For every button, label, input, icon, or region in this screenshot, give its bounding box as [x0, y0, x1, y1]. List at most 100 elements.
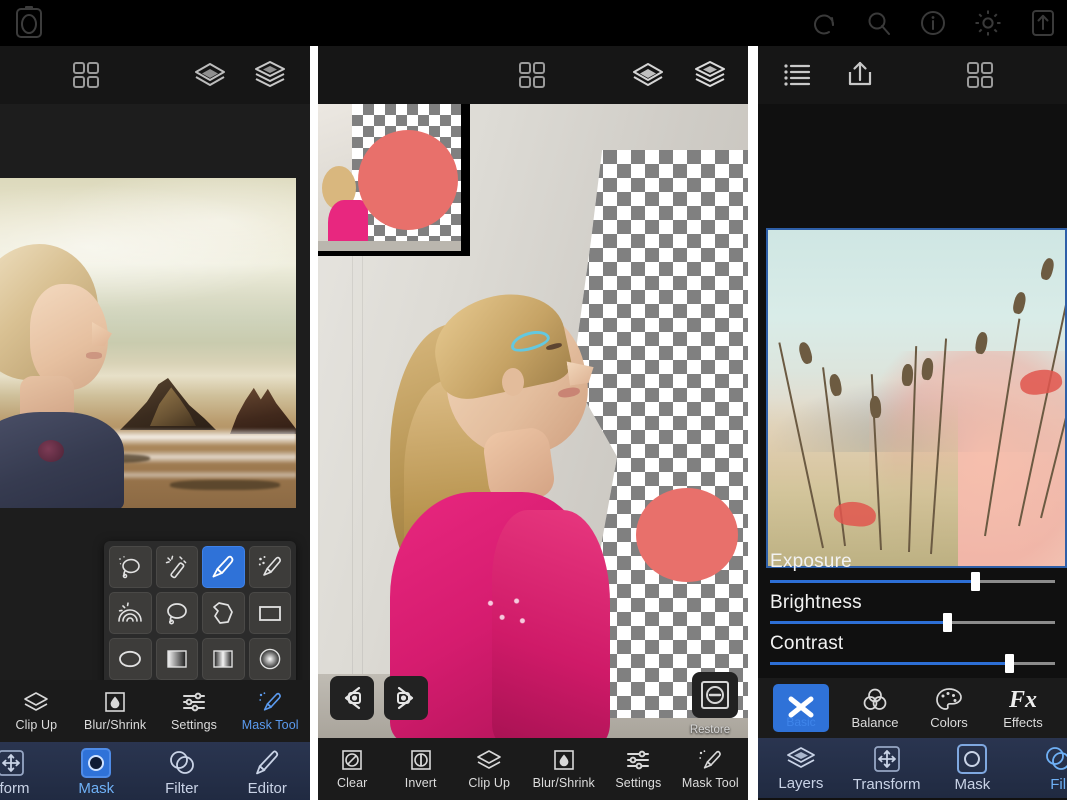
nav-item-mask[interactable]: Mask	[930, 743, 1016, 793]
mask-icon	[957, 743, 988, 774]
zoom-loupe-preview	[318, 104, 470, 256]
context-button-label: Settings	[171, 717, 217, 732]
nav-item-label: Transform	[852, 775, 921, 793]
nav-item-mask[interactable]: Mask	[54, 747, 140, 797]
context-button-clip-up[interactable]: Clip Up	[11, 691, 61, 732]
next-layer-button[interactable]	[384, 676, 428, 720]
slider-knob[interactable]	[942, 613, 952, 632]
slider-exposure[interactable]: Exposure	[770, 551, 1055, 591]
search-icon[interactable]	[865, 9, 893, 37]
prev-layer-button[interactable]	[330, 676, 374, 720]
context-button-blur-shrink[interactable]: Blur/Shrink	[84, 691, 146, 732]
grid-icon[interactable]	[956, 46, 1004, 104]
lasso-sparkle-tool[interactable]	[109, 546, 152, 588]
layers-stack-icon[interactable]	[246, 46, 294, 104]
magic-wand-tool[interactable]	[155, 546, 198, 588]
nav-item-layers[interactable]: Layers	[758, 745, 844, 792]
ellipse-tool[interactable]	[109, 638, 152, 680]
basic-x-icon[interactable]: Basic	[773, 684, 829, 732]
panel3-canvas[interactable]: Exposure Brightness Contrast	[758, 104, 1067, 678]
nav-item-transform[interactable]: Transform	[844, 744, 930, 793]
layer-single-icon[interactable]	[186, 46, 234, 104]
share-up-icon[interactable]	[1029, 7, 1057, 39]
nav-item-editor[interactable]: Editor	[225, 748, 311, 797]
slider-brightness[interactable]: Brightness	[770, 592, 1055, 632]
nav-item-label: Mask	[954, 775, 991, 793]
mirror-gradient-tool[interactable]	[202, 638, 245, 680]
mask-working-photo	[318, 104, 748, 738]
context-button-label: Invert	[404, 775, 437, 790]
context-button-mask-tool[interactable]: Mask Tool	[682, 749, 739, 790]
context-button-settings[interactable]: Settings	[169, 691, 219, 732]
rectangle-tool[interactable]	[248, 592, 291, 634]
panel2-canvas[interactable]: Restore	[318, 104, 748, 738]
polygon-lasso-tool[interactable]	[202, 592, 245, 634]
gradient-arc-tool[interactable]	[109, 592, 152, 634]
grid-icon[interactable]	[62, 46, 110, 104]
info-icon[interactable]	[919, 9, 947, 37]
slider-label: Brightness	[770, 592, 862, 613]
context-button-label: Basic	[786, 715, 816, 729]
context-button-label: Balance	[851, 714, 899, 730]
layers-icon	[786, 745, 816, 773]
share-export-icon[interactable]	[836, 46, 884, 104]
context-button-clear[interactable]: Clear	[327, 749, 377, 790]
context-button-clip-up[interactable]: Clip Up	[464, 749, 514, 790]
lasso-tool[interactable]	[155, 592, 198, 634]
panel3-context-bar: Basic Balance Colors Fx Effects	[758, 678, 1067, 738]
global-toolbar	[0, 0, 1067, 46]
filter-icon	[1043, 744, 1067, 774]
nav-item-filter[interactable]: Filter	[139, 748, 225, 797]
panel1-canvas[interactable]	[0, 104, 310, 680]
settings-sliders-icon	[181, 691, 207, 715]
context-button-label: Blur/Shrink	[532, 775, 595, 790]
panel2-context-bar: Clear Invert Clip Up Blur/Shrink Setting…	[318, 738, 748, 800]
panel-adjustments: Exposure Brightness Contrast Basic Balan…	[758, 46, 1067, 800]
linear-gradient-tool[interactable]	[155, 638, 198, 680]
restore-button-label: Restore	[689, 724, 731, 736]
editor-pencil-icon	[252, 748, 282, 778]
slider-contrast[interactable]: Contrast	[770, 633, 1055, 673]
brush-tool[interactable]	[202, 546, 245, 588]
context-button-label: Clear	[337, 775, 368, 790]
grid-icon[interactable]	[508, 46, 556, 104]
context-button-mask-tool[interactable]: Mask Tool	[242, 691, 299, 732]
restore-minus-icon	[699, 679, 731, 711]
context-button-basic[interactable]: Basic	[764, 684, 838, 732]
panel1-context-bar: Clip Up Blur/Shrink Settings Mask Tool	[0, 680, 310, 742]
clip-up-icon	[476, 749, 502, 773]
nav-item-label: Fil	[1050, 775, 1067, 793]
context-button-label: Blur/Shrink	[84, 717, 147, 732]
list-icon[interactable]	[774, 46, 822, 104]
context-button-effects[interactable]: Fx Effects	[986, 687, 1060, 730]
radial-gradient-tool[interactable]	[248, 638, 291, 680]
nav-item-label: Mask	[78, 779, 115, 797]
context-button-label: Clip Up	[15, 717, 58, 732]
slider-track[interactable]	[770, 654, 1055, 673]
restore-button[interactable]	[692, 672, 738, 718]
filter-icon	[167, 748, 197, 778]
spatter-brush-tool[interactable]	[248, 546, 291, 588]
slider-track[interactable]	[770, 613, 1055, 632]
camera-icon[interactable]	[14, 5, 44, 41]
undo-icon[interactable]	[811, 9, 839, 37]
mask-tool-palette[interactable]	[104, 541, 296, 680]
composited-photo	[0, 178, 296, 508]
nav-item-label: sform	[0, 779, 30, 797]
mask-brush-icon	[257, 691, 283, 715]
layers-stack-icon[interactable]	[686, 46, 734, 104]
app-screenshot: Clip Up Blur/Shrink Settings Mask Tool s…	[0, 0, 1067, 800]
layer-single-icon[interactable]	[624, 46, 672, 104]
slider-knob[interactable]	[971, 572, 981, 591]
slider-track[interactable]	[770, 572, 1055, 591]
context-button-invert[interactable]: Invert	[396, 749, 446, 790]
context-button-balance[interactable]: Balance	[838, 687, 912, 730]
nav-item-filter[interactable]: Fil	[1015, 744, 1067, 793]
slider-knob[interactable]	[1005, 654, 1015, 673]
context-button-blur-shrink[interactable]: Blur/Shrink	[533, 749, 595, 790]
context-button-colors[interactable]: Colors	[912, 687, 986, 730]
blur-shrink-icon	[102, 691, 128, 715]
context-button-settings[interactable]: Settings	[613, 749, 663, 790]
gear-icon[interactable]	[973, 8, 1003, 38]
nav-item-transform[interactable]: sform	[0, 748, 54, 797]
